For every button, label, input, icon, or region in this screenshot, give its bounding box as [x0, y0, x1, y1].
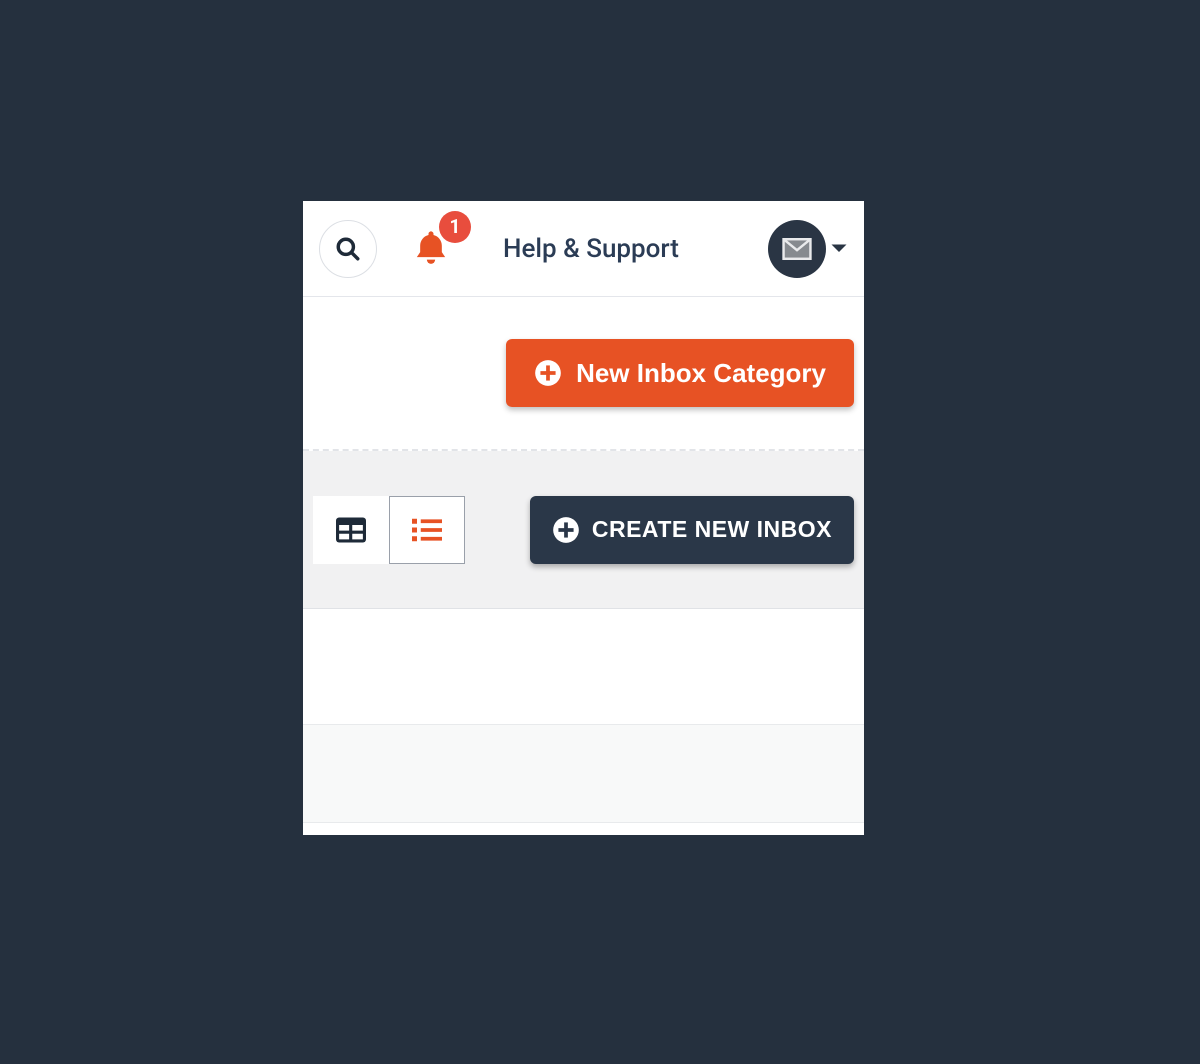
search-icon — [335, 236, 361, 262]
new-inbox-category-button[interactable]: New Inbox Category — [506, 339, 854, 407]
app-panel: 1 Help & Support New Inbox Category — [303, 201, 864, 835]
notifications-button[interactable]: 1 — [411, 225, 455, 273]
notification-badge: 1 — [439, 211, 471, 243]
grid-view-button[interactable] — [313, 496, 389, 564]
table-row — [303, 823, 864, 833]
view-toggle — [313, 496, 465, 564]
create-new-inbox-label: CREATE NEW INBOX — [592, 516, 832, 543]
mail-icon — [782, 238, 812, 260]
search-button[interactable] — [319, 220, 377, 278]
plus-circle-icon — [552, 516, 580, 544]
user-menu[interactable] — [768, 220, 848, 278]
list-view-button[interactable] — [389, 496, 465, 564]
help-support-link[interactable]: Help & Support — [503, 234, 679, 264]
new-inbox-category-label: New Inbox Category — [576, 358, 826, 389]
grid-icon — [336, 517, 366, 543]
toolbar-section: CREATE NEW INBOX — [303, 451, 864, 609]
list-icon — [412, 517, 442, 543]
avatar — [768, 220, 826, 278]
chevron-down-icon — [830, 243, 848, 255]
category-section: New Inbox Category — [303, 297, 864, 451]
plus-circle-icon — [534, 359, 562, 387]
table-row — [303, 609, 864, 725]
create-new-inbox-button[interactable]: CREATE NEW INBOX — [530, 496, 854, 564]
table-row — [303, 725, 864, 823]
header-bar: 1 Help & Support — [303, 201, 864, 297]
